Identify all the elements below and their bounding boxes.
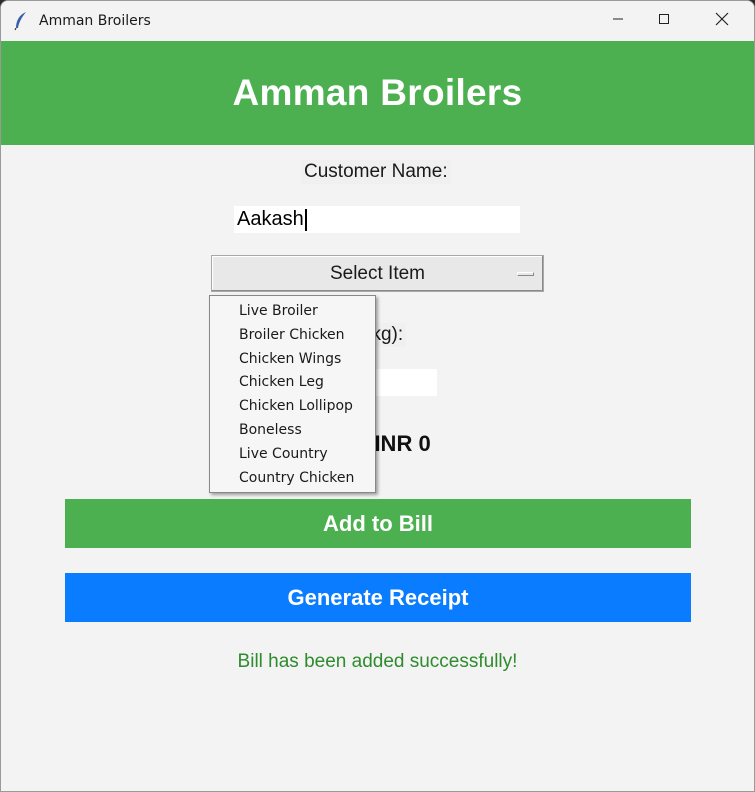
close-button[interactable]	[699, 1, 745, 41]
feather-icon	[13, 11, 29, 31]
menu-item-chicken-wings[interactable]: Chicken Wings	[210, 348, 375, 372]
minimize-button[interactable]	[595, 1, 641, 41]
option-menu-indicator-icon	[517, 272, 534, 276]
menu-item-broiler-chicken[interactable]: Broiler Chicken	[210, 324, 375, 348]
generate-receipt-button[interactable]: Generate Receipt	[65, 573, 691, 622]
menu-item-country-chicken[interactable]: Country Chicken	[210, 467, 375, 491]
close-icon	[715, 12, 729, 31]
app-window: Amman Broilers Amman Broilers Customer N…	[0, 0, 755, 792]
add-to-bill-button[interactable]: Add to Bill	[65, 499, 691, 548]
menu-item-boneless[interactable]: Boneless	[210, 419, 375, 443]
menu-item-chicken-leg[interactable]: Chicken Leg	[210, 371, 375, 395]
text-caret	[304, 208, 307, 231]
customer-name-label: Customer Name:	[301, 160, 451, 184]
item-select[interactable]: Select Item	[211, 255, 544, 292]
customer-name-input[interactable]: Aakash	[234, 206, 520, 233]
maximize-button[interactable]	[641, 1, 687, 41]
maximize-icon	[658, 12, 670, 30]
minimize-icon	[612, 12, 624, 30]
item-select-label: Select Item	[329, 262, 426, 284]
customer-name-value: Aakash	[237, 208, 304, 230]
app-title: Amman Broilers	[232, 72, 523, 113]
app-header: Amman Broilers	[1, 41, 754, 145]
title-bar[interactable]: Amman Broilers	[1, 1, 754, 41]
window-title: Amman Broilers	[39, 13, 151, 29]
status-message: Bill has been added successfully!	[237, 651, 518, 672]
menu-item-chicken-lollipop[interactable]: Chicken Lollipop	[210, 395, 375, 419]
menu-item-live-country[interactable]: Live Country	[210, 443, 375, 467]
item-dropdown-menu: Live Broiler Broiler Chicken Chicken Win…	[209, 295, 376, 493]
menu-item-live-broiler[interactable]: Live Broiler	[210, 300, 375, 324]
